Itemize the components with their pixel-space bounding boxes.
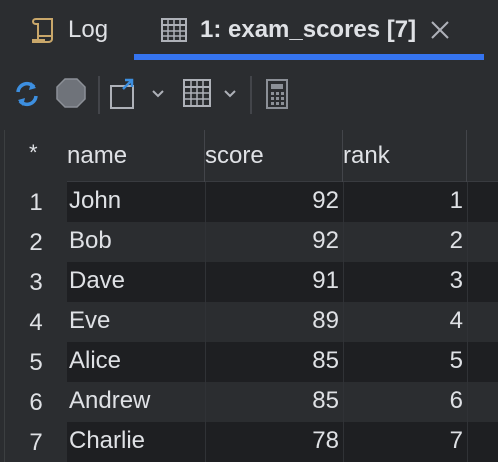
cell-score[interactable]: 85 [205, 382, 341, 422]
row-number[interactable]: 7 [5, 422, 67, 462]
cell-name[interactable]: John [69, 182, 205, 222]
cell-rank[interactable]: 7 [343, 422, 465, 462]
toolbar-separator [98, 76, 100, 114]
cell-rank[interactable]: 1 [343, 182, 465, 222]
data-grid: * name score rank 1 John 92 1 2 Bob 92 2 3 Dave 91… [4, 130, 498, 462]
tab-exam-scores-label: 1: exam_scores [7] [200, 16, 417, 43]
table-row[interactable]: Alice 85 5 [67, 342, 498, 382]
cell-name[interactable]: Charlie [69, 422, 205, 462]
table-row[interactable]: Dave 91 3 [67, 262, 498, 302]
calculator-icon[interactable] [264, 78, 290, 110]
table-row[interactable]: Charlie 78 7 [67, 422, 498, 462]
tab-log-label: Log [68, 16, 109, 43]
cell-score[interactable]: 89 [205, 302, 341, 342]
cell-name[interactable]: Dave [69, 262, 205, 302]
cell-rank[interactable]: 2 [343, 222, 465, 262]
table-row[interactable]: John 92 1 [67, 182, 498, 222]
close-icon[interactable] [430, 20, 450, 40]
toolbar [0, 60, 498, 130]
select-all-corner[interactable]: * [29, 140, 38, 166]
column-header-rank[interactable]: rank [343, 130, 467, 182]
cell-rank[interactable]: 4 [343, 302, 465, 342]
column-divider [343, 182, 344, 462]
chevron-down-icon[interactable] [150, 86, 166, 102]
column-header-row: name score rank [67, 130, 498, 182]
row-number[interactable]: 6 [5, 382, 67, 422]
cell-rank[interactable]: 5 [343, 342, 465, 382]
cell-score[interactable]: 85 [205, 342, 341, 382]
view-mode-icon[interactable] [182, 78, 212, 108]
column-divider [205, 182, 206, 462]
export-icon[interactable] [108, 78, 140, 110]
row-number[interactable]: 2 [5, 222, 67, 262]
cell-score[interactable]: 78 [205, 422, 341, 462]
row-number[interactable]: 1 [5, 182, 67, 222]
table-row[interactable]: Bob 92 2 [67, 222, 498, 262]
toolbar-separator [250, 76, 252, 114]
column-header-score[interactable]: score [205, 130, 343, 182]
row-number[interactable]: 4 [5, 302, 67, 342]
table-row[interactable]: Eve 89 4 [67, 302, 498, 342]
cell-name[interactable]: Eve [69, 302, 205, 342]
cell-name[interactable]: Andrew [69, 382, 205, 422]
refresh-icon[interactable] [12, 78, 42, 110]
cell-score[interactable]: 91 [205, 262, 341, 302]
tab-exam-scores[interactable]: 1: exam_scores [7] [160, 0, 450, 60]
scroll-icon [32, 18, 53, 43]
cell-score[interactable]: 92 [205, 182, 341, 222]
tab-bar: Log 1: exam_scores [7] [0, 0, 498, 60]
stop-icon[interactable] [56, 78, 86, 108]
column-header-name[interactable]: name [67, 130, 205, 182]
cell-score[interactable]: 92 [205, 222, 341, 262]
row-number[interactable]: 5 [5, 342, 67, 382]
cell-rank[interactable]: 6 [343, 382, 465, 422]
table-icon [161, 18, 187, 42]
cell-name[interactable]: Alice [69, 342, 205, 382]
cell-name[interactable]: Bob [69, 222, 205, 262]
chevron-down-icon[interactable] [222, 86, 238, 102]
cell-rank[interactable]: 3 [343, 262, 465, 302]
table-row[interactable]: Andrew 85 6 [67, 382, 498, 422]
tab-log[interactable]: Log [30, 0, 108, 60]
row-number[interactable]: 3 [5, 262, 67, 302]
column-divider [467, 182, 468, 462]
